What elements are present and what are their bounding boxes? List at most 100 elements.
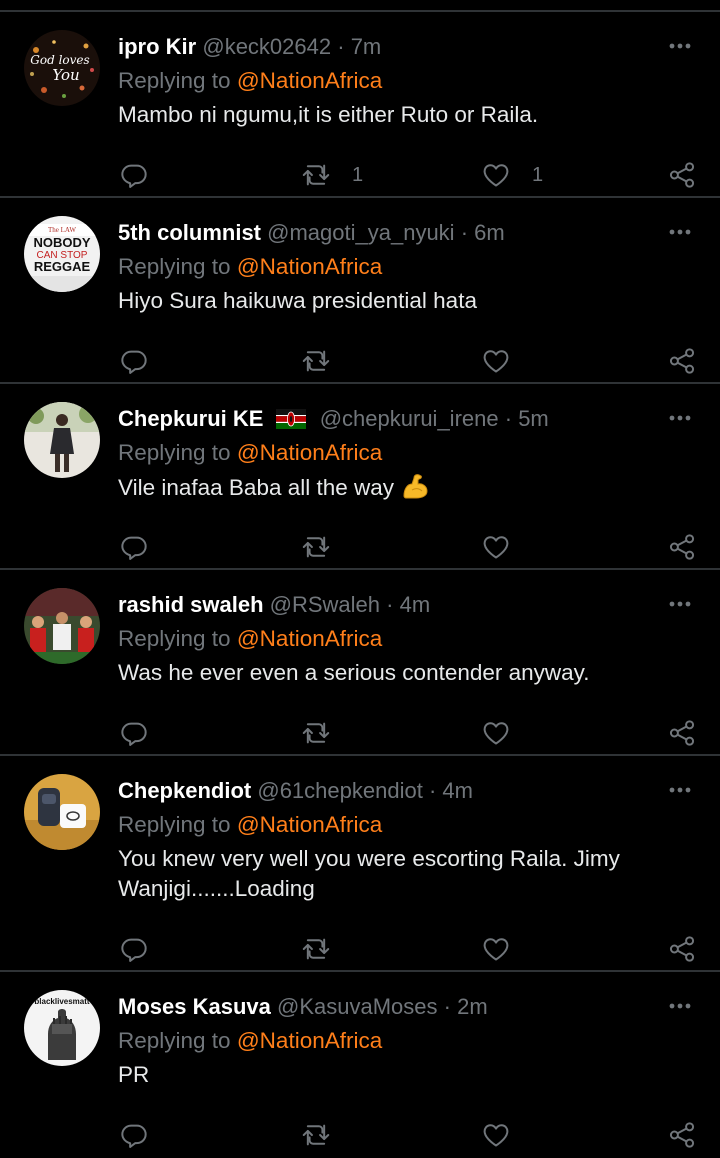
reply-icon: [121, 722, 147, 746]
svg-text:blacklivesmatt: blacklivesmatt: [34, 997, 89, 1006]
user-handle[interactable]: @61chepkendiot: [257, 778, 422, 803]
retweet-button[interactable]: [302, 934, 352, 964]
tweet-text: Hiyo Sura haikuwa presidential hata: [118, 288, 477, 313]
display-name[interactable]: 5th columnist: [118, 220, 261, 245]
share-button[interactable]: [668, 718, 696, 748]
replying-to: Replying to @NationAfrica: [118, 810, 382, 840]
display-name[interactable]: Moses Kasuva: [118, 994, 271, 1019]
tweet-text-content: Vile inafaa Baba all the way: [118, 475, 395, 500]
action-bar: 1 1: [0, 160, 720, 190]
avatar[interactable]: The LAW NOBODY CAN STOP REGGAE: [24, 216, 100, 292]
user-handle[interactable]: @KasuvaMoses: [277, 994, 438, 1019]
like-button[interactable]: [482, 532, 532, 562]
timestamp[interactable]: 4m: [400, 592, 431, 617]
mention-link[interactable]: @NationAfrica: [237, 440, 382, 465]
reply-button[interactable]: [120, 160, 148, 190]
share-icon: [669, 1122, 695, 1148]
tweet[interactable]: Chepkurui KE @chepkurui_irene · 5m Reply: [0, 384, 720, 570]
tweet-header: Moses Kasuva @KasuvaMoses · 2m: [118, 992, 488, 1022]
timestamp[interactable]: 2m: [457, 994, 488, 1019]
tweet[interactable]: The LAW NOBODY CAN STOP REGGAE 5th colum…: [0, 198, 720, 384]
reply-button[interactable]: [120, 1120, 148, 1150]
like-button[interactable]: [482, 346, 532, 376]
separator: ·: [443, 994, 451, 1019]
replying-label: Replying to: [118, 1028, 231, 1053]
replying-label: Replying to: [118, 812, 231, 837]
reply-button[interactable]: [120, 718, 148, 748]
heart-icon: [483, 536, 509, 559]
svg-text:REGGAE: REGGAE: [34, 259, 91, 274]
reply-feed: God loves You ipro Kir @keck02642 · 7m R…: [0, 12, 720, 1158]
svg-text:God loves: God loves: [30, 53, 89, 67]
display-name[interactable]: Chepkendiot: [118, 778, 251, 803]
tweet-header: Chepkendiot @61chepkendiot · 4m: [118, 776, 473, 806]
more-icon[interactable]: [666, 996, 694, 1016]
heart-icon: [483, 938, 509, 961]
heart-icon: [483, 164, 509, 187]
mention-link[interactable]: @NationAfrica: [237, 254, 382, 279]
reply-icon: [121, 536, 147, 560]
more-icon[interactable]: [666, 780, 694, 800]
reply-button[interactable]: [120, 532, 148, 562]
retweet-icon: [302, 722, 330, 744]
timestamp[interactable]: 7m: [351, 34, 382, 59]
share-button[interactable]: [668, 346, 696, 376]
more-icon[interactable]: [666, 36, 694, 56]
timestamp[interactable]: 5m: [518, 406, 549, 431]
tweet[interactable]: Chepkendiot @61chepkendiot · 4m Replying…: [0, 756, 720, 972]
replying-label: Replying to: [118, 68, 231, 93]
mention-link[interactable]: @NationAfrica: [237, 812, 382, 837]
retweet-button[interactable]: 1: [302, 160, 363, 190]
action-bar: [0, 1120, 720, 1150]
avatar[interactable]: [24, 402, 100, 478]
user-handle[interactable]: @keck02642: [202, 34, 331, 59]
tweet[interactable]: blacklivesmatt Moses Kasuva @KasuvaMoses…: [0, 972, 720, 1158]
action-bar: [0, 718, 720, 748]
more-icon[interactable]: [666, 222, 694, 242]
tweet-text: PR: [118, 1062, 150, 1087]
share-button[interactable]: [668, 160, 696, 190]
timestamp[interactable]: 4m: [442, 778, 473, 803]
mention-link[interactable]: @NationAfrica: [237, 68, 382, 93]
share-button[interactable]: [668, 934, 696, 964]
reply-button[interactable]: [120, 934, 148, 964]
like-count: 1: [532, 163, 544, 186]
avatar[interactable]: [24, 774, 100, 850]
timestamp[interactable]: 6m: [474, 220, 505, 245]
mention-link[interactable]: @NationAfrica: [237, 1028, 382, 1053]
reply-button[interactable]: [120, 346, 148, 376]
separator: ·: [428, 778, 437, 803]
retweet-button[interactable]: [302, 532, 352, 562]
user-handle[interactable]: @chepkurui_irene: [320, 406, 499, 431]
retweet-count: 1: [352, 163, 364, 186]
share-button[interactable]: [668, 1120, 696, 1150]
avatar[interactable]: God loves You: [24, 30, 100, 106]
avatar[interactable]: blacklivesmatt: [24, 990, 100, 1066]
more-icon[interactable]: [666, 594, 694, 614]
like-button[interactable]: [482, 934, 532, 964]
separator: ·: [337, 34, 345, 59]
like-button[interactable]: [482, 718, 532, 748]
heart-icon: [483, 1124, 509, 1147]
tweet-text: Vile inafaa Baba all the way: [118, 472, 698, 503]
display-name[interactable]: Chepkurui KE: [118, 406, 263, 431]
display-name[interactable]: ipro Kir: [118, 34, 196, 59]
action-bar: [0, 346, 720, 376]
user-handle[interactable]: @RSwaleh: [270, 592, 380, 617]
replying-to: Replying to @NationAfrica: [118, 66, 382, 96]
retweet-button[interactable]: [302, 1120, 352, 1150]
retweet-icon: [302, 350, 330, 372]
mention-link[interactable]: @NationAfrica: [237, 626, 382, 651]
retweet-button[interactable]: [302, 346, 352, 376]
separator: ·: [460, 220, 469, 245]
tweet[interactable]: rashid swaleh @RSwaleh · 4m Replying to …: [0, 570, 720, 756]
avatar[interactable]: [24, 588, 100, 664]
retweet-button[interactable]: [302, 718, 352, 748]
user-handle[interactable]: @magoti_ya_nyuki: [267, 220, 454, 245]
share-button[interactable]: [668, 532, 696, 562]
display-name[interactable]: rashid swaleh: [118, 592, 264, 617]
like-button[interactable]: 1: [482, 160, 543, 190]
like-button[interactable]: [482, 1120, 532, 1150]
more-icon[interactable]: [666, 408, 694, 428]
tweet[interactable]: God loves You ipro Kir @keck02642 · 7m R…: [0, 12, 720, 198]
